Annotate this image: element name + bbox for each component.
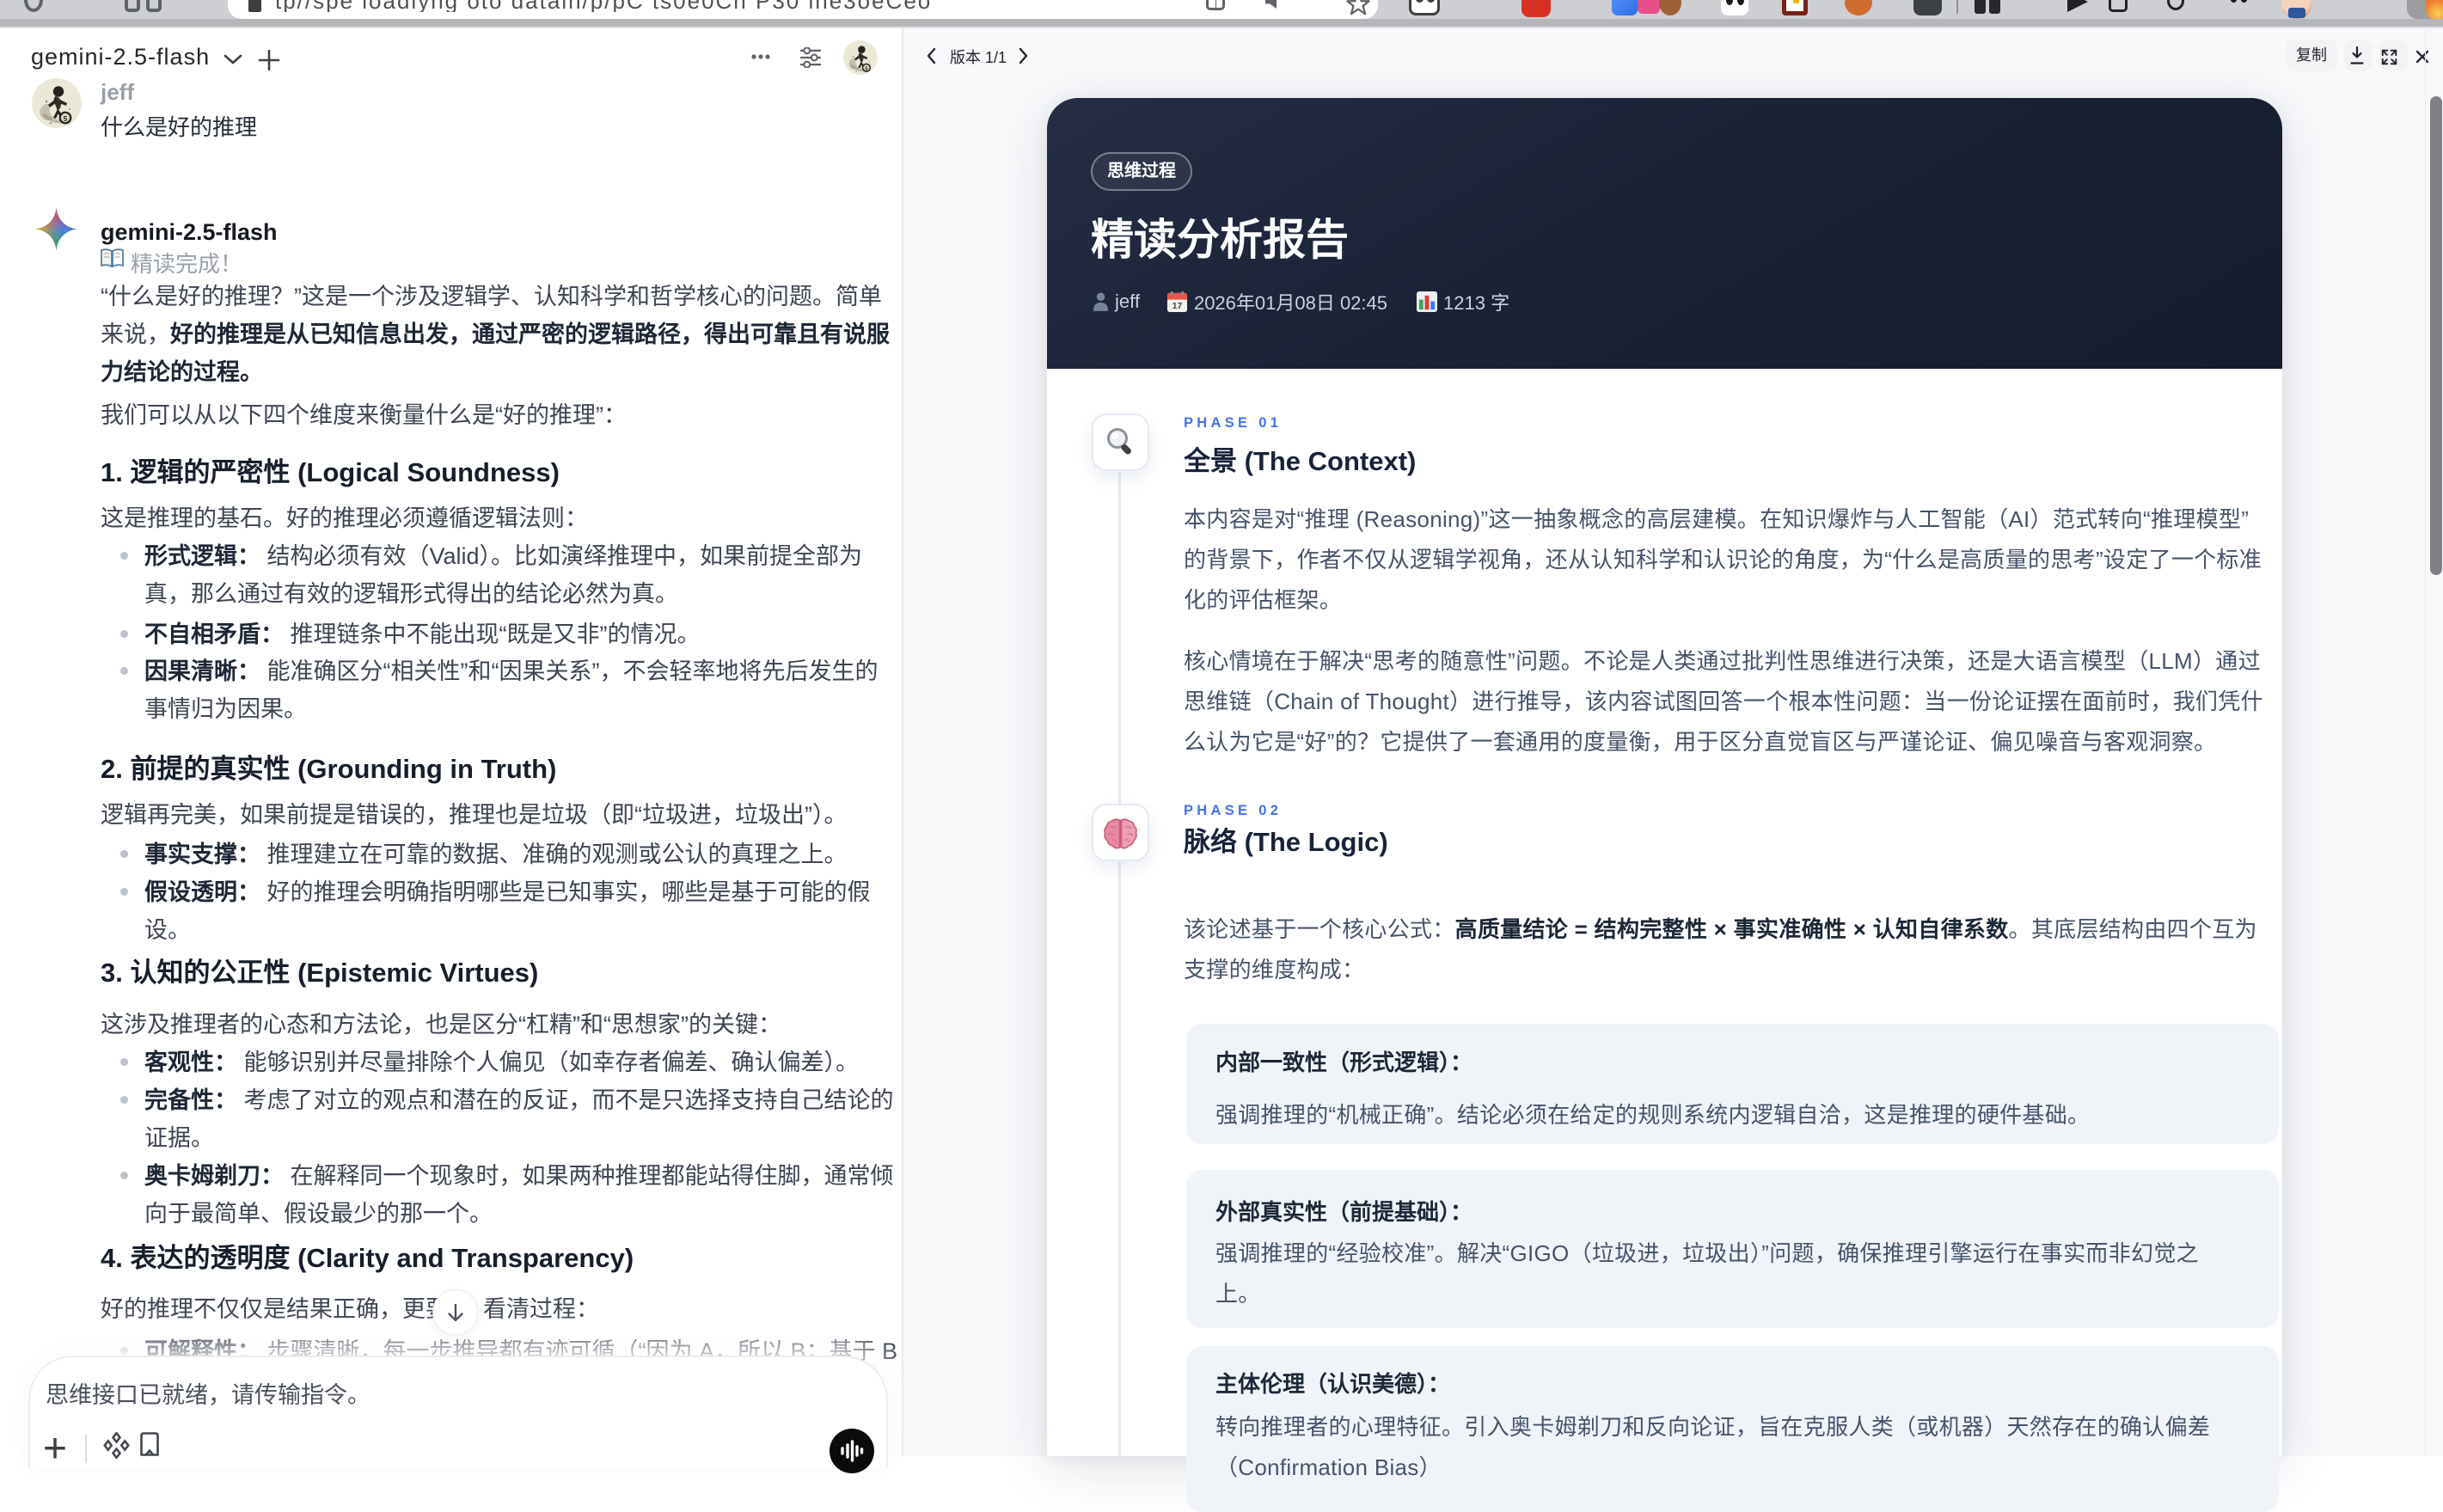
svg-text:5: 5 [865,66,867,71]
svg-text:17: 17 [1173,301,1183,311]
svg-text:5: 5 [64,115,68,123]
